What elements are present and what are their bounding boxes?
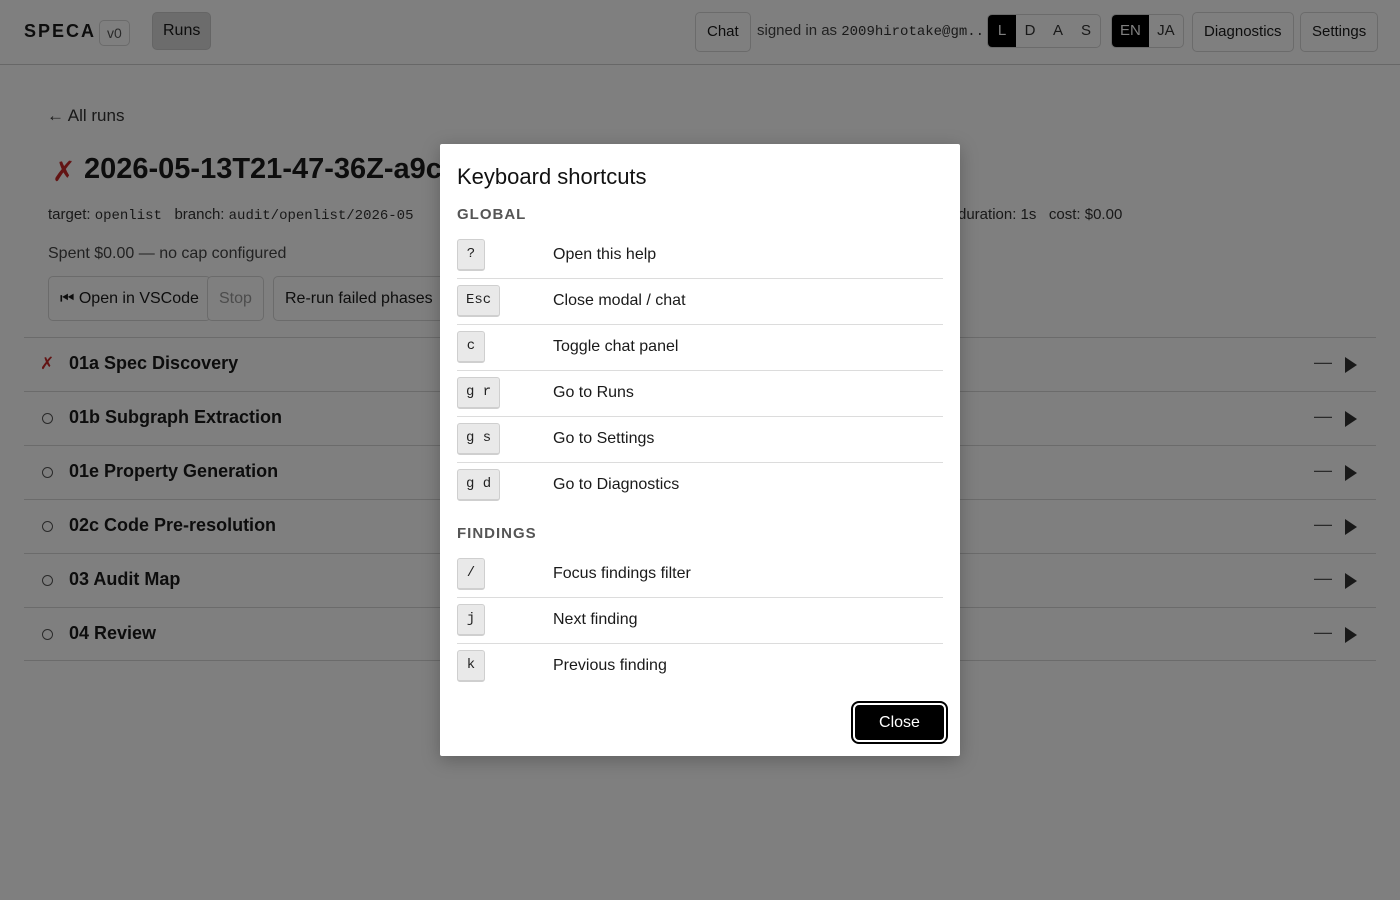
shortcut-desc: Previous finding (553, 657, 667, 674)
shortcut-row: k Previous finding (457, 644, 943, 690)
shortcut-key: Esc (457, 285, 501, 317)
shortcut-key: g d (457, 469, 501, 501)
close-modal-button[interactable]: Close (851, 701, 948, 744)
shortcut-desc: Next finding (553, 611, 638, 628)
shortcut-key: j (457, 604, 485, 636)
shortcut-row: g d Go to Diagnostics (457, 463, 943, 509)
shortcut-key: k (457, 650, 485, 682)
keyboard-shortcuts-modal: Keyboard shortcuts GLOBAL ? Open this he… (440, 144, 960, 756)
section-findings: FINDINGS (457, 525, 537, 542)
shortcut-row: j Next finding (457, 598, 943, 644)
shortcut-desc: Go to Diagnostics (553, 476, 680, 493)
shortcut-desc: Open this help (553, 246, 657, 263)
shortcut-key: c (457, 331, 485, 363)
shortcut-key: ? (457, 239, 485, 271)
section-global: GLOBAL (457, 206, 527, 223)
shortcut-row: c Toggle chat panel (457, 325, 943, 371)
shortcut-row: g s Go to Settings (457, 417, 943, 463)
modal-title: Keyboard shortcuts (457, 164, 647, 189)
shortcut-desc: Go to Runs (553, 384, 634, 401)
shortcut-desc: Focus findings filter (553, 565, 691, 582)
shortcut-key: g s (457, 423, 501, 455)
shortcut-row: Esc Close modal / chat (457, 279, 943, 325)
shortcut-desc: Close modal / chat (553, 292, 686, 309)
shortcut-row: g r Go to Runs (457, 371, 943, 417)
shortcut-row: / Focus findings filter (457, 552, 943, 598)
shortcut-key: / (457, 558, 485, 590)
shortcut-desc: Toggle chat panel (553, 338, 679, 355)
shortcut-desc: Go to Settings (553, 430, 655, 447)
shortcut-key: g r (457, 377, 501, 409)
shortcut-row: ? Open this help (457, 233, 943, 279)
